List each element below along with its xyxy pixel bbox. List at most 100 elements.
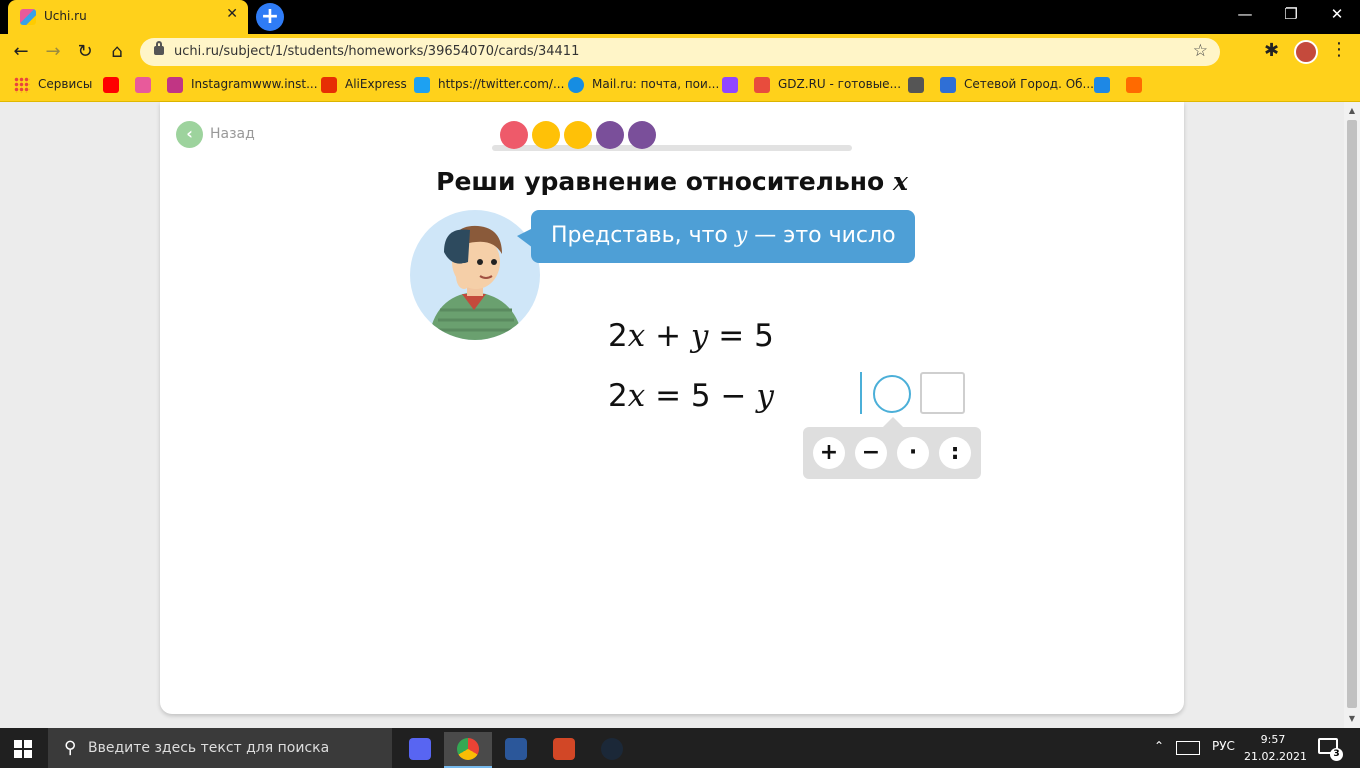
eq1-variable-y: y — [690, 318, 709, 354]
browser-tab[interactable]: Uchi.ru ✕ — [8, 0, 248, 34]
input-cursor — [860, 372, 862, 414]
bookmark-netgorod[interactable]: Сетевой Город. Об... — [964, 77, 1094, 91]
powerpoint-icon — [553, 738, 575, 760]
chevron-left-icon[interactable]: ‹ — [176, 121, 203, 148]
browser-menu-icon[interactable]: ⋮ — [1330, 39, 1348, 60]
clock-date: 21.02.2021 — [1244, 750, 1307, 763]
bookmark-aliexpress[interactable]: AliExpress — [345, 77, 407, 91]
scroll-thumb[interactable] — [1347, 120, 1357, 708]
mailru-icon[interactable] — [568, 77, 584, 93]
operator-input-slot[interactable] — [873, 375, 911, 413]
tab-close-icon[interactable]: ✕ — [226, 6, 238, 22]
browser-toolbar: ← → ↻ ⌂ uchi.ru/subject/1/students/homew… — [0, 34, 1360, 70]
address-bar[interactable]: uchi.ru/subject/1/students/homeworks/396… — [140, 38, 1220, 66]
windows-start-icon[interactable] — [14, 740, 32, 758]
chrome-app[interactable] — [444, 732, 492, 768]
bookmark-instagram[interactable]: Instagramwww.inst... — [191, 77, 318, 91]
eq1-variable-x: x — [627, 318, 646, 354]
task-title: Реши уравнение относительно x — [380, 167, 964, 196]
taskbar-search[interactable]: ⚲ Введите здесь текст для поиска — [48, 728, 392, 768]
scroll-up-icon[interactable]: ▲ — [1344, 106, 1360, 115]
profile-avatar[interactable] — [1294, 40, 1318, 64]
word-app[interactable] — [492, 732, 540, 768]
eq2-coefficient: 2 — [608, 378, 628, 414]
chat-icon[interactable] — [1094, 77, 1110, 93]
home-icon[interactable]: ⌂ — [104, 40, 130, 64]
system-clock[interactable]: 9:57 21.02.2021 — [1244, 731, 1307, 765]
search-placeholder[interactable]: Введите здесь текст для поиска — [88, 740, 329, 756]
task-title-text: Реши уравнение относительно — [436, 167, 893, 196]
discord-app[interactable] — [396, 732, 444, 768]
extensions-puzzle-icon[interactable]: ✱ — [1264, 40, 1279, 61]
powerpoint-app[interactable] — [540, 732, 588, 768]
language-indicator[interactable]: РУС — [1212, 739, 1235, 753]
bookmarks-bar: Сервисы Instagramwww.inst... AliExpress … — [0, 70, 1360, 102]
keyboard-icon[interactable] — [1176, 741, 1200, 755]
eq1-right: = 5 — [708, 318, 774, 354]
divide-button[interactable]: : — [939, 437, 971, 469]
windows-taskbar: ⚲ Введите здесь текст для поиска ⌃ РУС 9… — [0, 728, 1360, 768]
hd-icon[interactable] — [1126, 77, 1142, 93]
hint-text: Представь, что y — это число — [551, 223, 896, 248]
eq1-middle: + — [645, 318, 691, 354]
search-icon: ⚲ — [64, 738, 77, 758]
bookmark-twitter[interactable]: https://twitter.com/... — [438, 77, 564, 91]
bookmark-gdz[interactable]: GDZ.RU - готовые... — [778, 77, 901, 91]
notifications-badge: 3 — [1330, 748, 1343, 761]
chrome-icon — [457, 738, 479, 760]
hint-text-before: Представь, что — [551, 223, 735, 248]
task-title-variable: x — [892, 167, 908, 196]
progress-dot — [596, 121, 624, 149]
back-arrow-icon[interactable]: ← — [8, 40, 34, 64]
bookmark-services[interactable]: Сервисы — [38, 77, 92, 91]
hint-bubble: Представь, что y — это число — [517, 210, 915, 263]
netgorod-icon[interactable] — [940, 77, 956, 93]
discord-icon — [409, 738, 431, 760]
uchi-bookmark-icon[interactable] — [135, 77, 151, 93]
bookmark-mailru[interactable]: Mail.ru: почта, пои... — [592, 77, 719, 91]
instagram-icon[interactable] — [167, 77, 183, 93]
apps-grid-icon[interactable] — [14, 77, 30, 93]
uchi-favicon-icon — [20, 9, 36, 25]
steam-app[interactable] — [588, 732, 636, 768]
plus-button[interactable]: + — [813, 437, 845, 469]
progress-dot — [628, 121, 656, 149]
back-label[interactable]: Назад — [210, 126, 255, 142]
url-text[interactable]: uchi.ru/subject/1/students/homeworks/396… — [174, 44, 579, 59]
aliexpress-icon[interactable] — [321, 77, 337, 93]
reload-icon[interactable]: ↻ — [72, 40, 98, 64]
equation-line-2: 2x = 5 − y — [608, 378, 774, 414]
close-window-button[interactable]: ✕ — [1314, 5, 1360, 23]
minimize-button[interactable]: — — [1222, 5, 1268, 23]
restore-button[interactable]: ❐ — [1268, 5, 1314, 23]
page-scrollbar[interactable]: ▲ ▼ — [1344, 102, 1360, 728]
eq1-coefficient: 2 — [608, 318, 628, 354]
multiply-button[interactable]: · — [897, 437, 929, 469]
equation-line-1: 2x + y = 5 — [608, 318, 774, 354]
roblox-icon[interactable] — [908, 77, 924, 93]
hint-variable: y — [734, 223, 748, 248]
word-icon — [505, 738, 527, 760]
forward-arrow-icon[interactable]: → — [40, 40, 66, 64]
steam-icon — [601, 738, 623, 760]
tray-chevron-up-icon[interactable]: ⌃ — [1154, 739, 1164, 753]
bookmark-star-icon[interactable]: ☆ — [1193, 41, 1208, 61]
clock-time: 9:57 — [1260, 733, 1286, 746]
operator-palette: + − · : — [803, 417, 981, 479]
twitch-icon[interactable] — [722, 77, 738, 93]
progress-dot — [532, 121, 560, 149]
progress-dot — [564, 121, 592, 149]
minus-button[interactable]: − — [855, 437, 887, 469]
new-tab-button[interactable]: + — [256, 3, 284, 31]
eq2-variable-y: y — [756, 378, 774, 414]
twitter-icon[interactable] — [414, 77, 430, 93]
eq2-middle: = 5 − — [645, 378, 757, 414]
youtube-icon[interactable] — [103, 77, 119, 93]
number-input-slot[interactable] — [920, 372, 965, 414]
title-bar: Uchi.ru ✕ + — ❐ ✕ — [0, 0, 1360, 34]
lock-icon[interactable] — [154, 41, 164, 55]
progress-dot — [500, 121, 528, 149]
gdz-icon[interactable] — [754, 77, 770, 93]
scroll-down-icon[interactable]: ▼ — [1344, 714, 1360, 723]
hint-text-after: — это число — [747, 223, 896, 248]
